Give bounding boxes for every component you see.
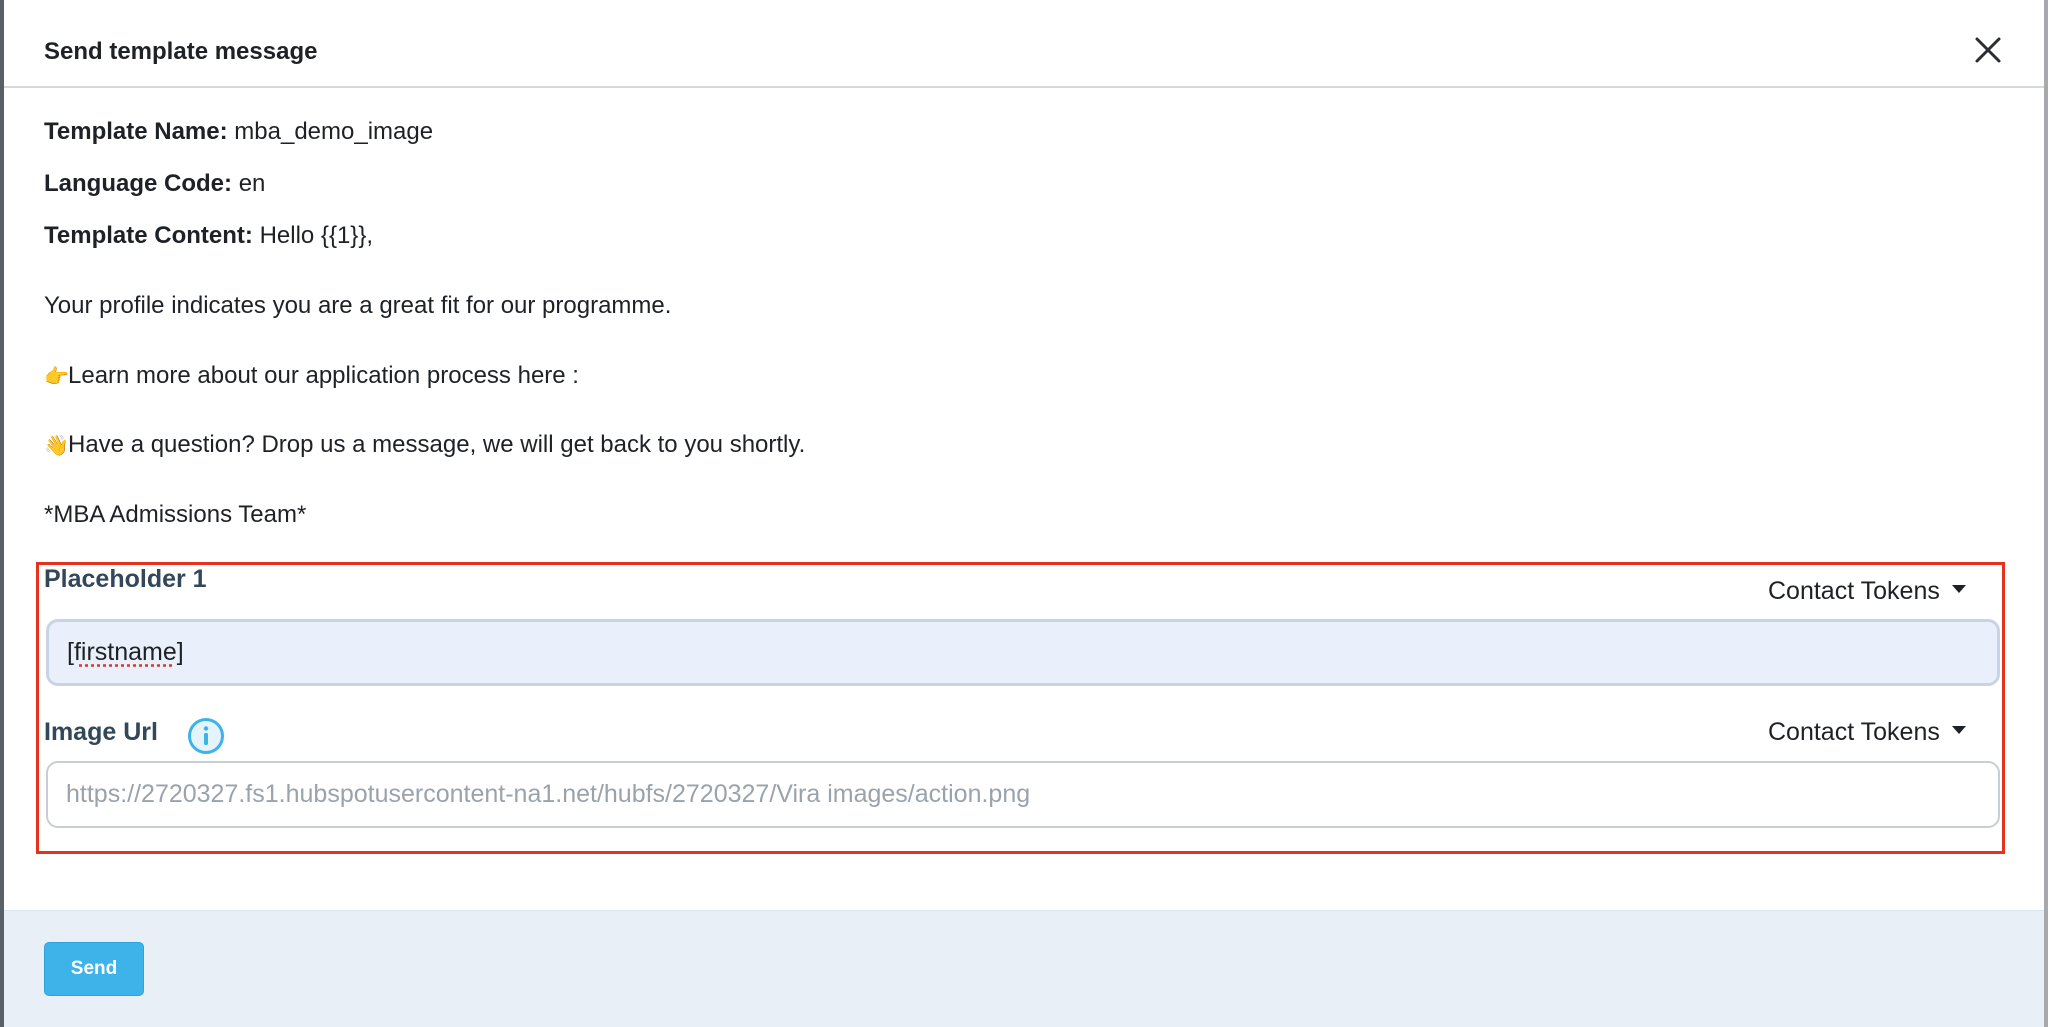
- close-icon: [1975, 37, 2001, 63]
- modal-footer: Send: [4, 910, 2044, 1027]
- pointing-hand-icon: 👉: [44, 366, 69, 388]
- template-name-row: Template Name: mba_demo_image: [44, 118, 433, 146]
- contact-tokens-label: Contact Tokens: [1768, 577, 1940, 605]
- placeholder-1-contact-tokens-dropdown[interactable]: Contact Tokens: [1768, 577, 1966, 606]
- template-content-label: Template Content:: [44, 222, 253, 249]
- send-template-modal: Send template message Template Name: mba…: [4, 0, 2044, 1027]
- content-line-text: Have a question? Drop us a message, we w…: [68, 431, 806, 458]
- language-code-row: Language Code: en: [44, 170, 265, 198]
- image-url-input[interactable]: [46, 761, 2000, 828]
- caret-down-icon: [1951, 585, 1966, 594]
- image-url-contact-tokens-dropdown[interactable]: Contact Tokens: [1768, 718, 1966, 747]
- content-line-signature: *MBA Admissions Team*: [44, 501, 306, 529]
- content-line-profile: Your profile indicates you are a great f…: [44, 292, 671, 320]
- template-name-label: Template Name:: [44, 118, 228, 145]
- caret-down-icon: [1951, 726, 1966, 735]
- send-button[interactable]: Send: [44, 942, 144, 996]
- template-name-value: mba_demo_image: [234, 118, 434, 145]
- info-icon[interactable]: [187, 717, 225, 755]
- content-line-text: Learn more about our application process…: [68, 362, 579, 389]
- modal-title: Send template message: [44, 38, 318, 65]
- language-code-value: en: [238, 170, 266, 197]
- content-line-learn-more: 👉Learn more about our application proces…: [44, 362, 579, 390]
- image-url-label: Image Url: [44, 718, 158, 746]
- template-content-row: Template Content: Hello {{1}},: [44, 222, 373, 250]
- close-button[interactable]: [1972, 34, 2004, 66]
- template-content-first-line: Hello {{1}},: [259, 222, 373, 249]
- language-code-label: Language Code:: [44, 170, 233, 197]
- modal-header: Send template message: [4, 0, 2044, 88]
- contact-tokens-label: Contact Tokens: [1768, 718, 1940, 746]
- waving-hand-icon: 👋: [44, 435, 69, 457]
- content-line-text: *MBA Admissions Team*: [44, 501, 307, 528]
- content-line-question: 👋Have a question? Drop us a message, we …: [44, 431, 805, 459]
- placeholder-1-input[interactable]: [firstname]: [46, 619, 2000, 686]
- placeholder-1-value: [firstname]: [67, 638, 184, 666]
- background-page-edge-right: [2044, 0, 2048, 1027]
- placeholder-1-label: Placeholder 1: [44, 565, 207, 593]
- content-line-text: Your profile indicates you are a great f…: [44, 292, 672, 319]
